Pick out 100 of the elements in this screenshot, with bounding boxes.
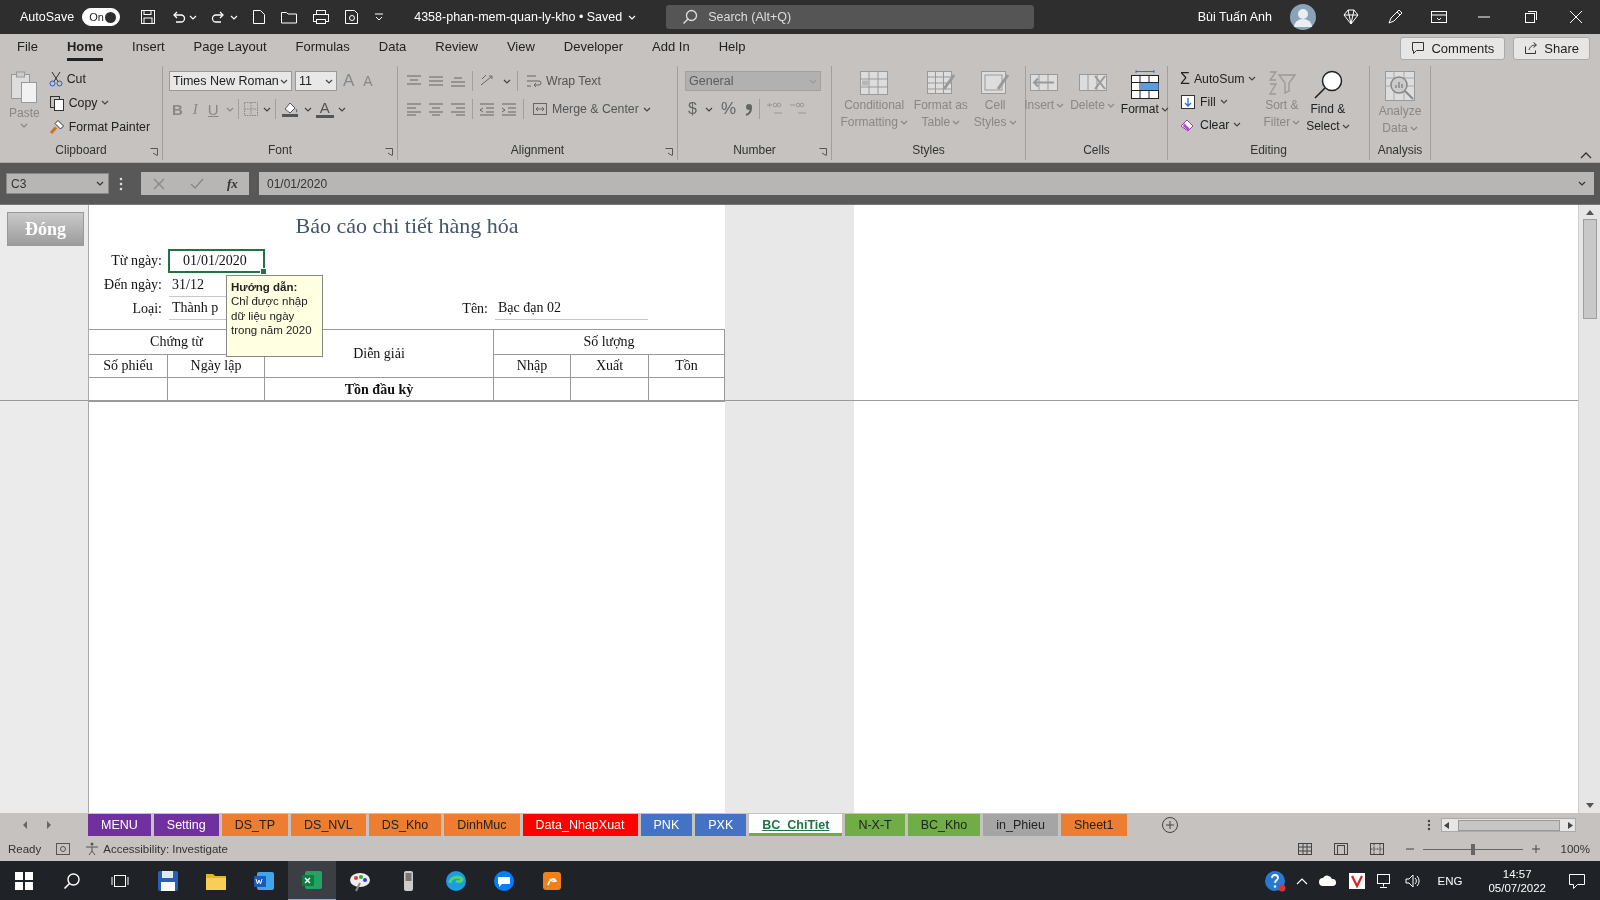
sheet-tab[interactable]: N-X-T [845, 814, 905, 836]
diamond-icon[interactable] [1342, 8, 1360, 26]
ribbon-display-icon[interactable] [1430, 9, 1448, 25]
autosave-toggle[interactable]: On [82, 8, 121, 26]
cell-mode-icon[interactable] [55, 842, 72, 856]
speaker-icon[interactable] [1403, 873, 1422, 889]
sheet-tab[interactable]: Sheet1 [1060, 814, 1127, 836]
formula-field[interactable]: 01/01/2020 [259, 172, 1594, 195]
dialog-launcher-icon[interactable] [819, 148, 827, 156]
zoom-level[interactable]: 100% [1560, 843, 1590, 855]
name-box[interactable]: C3 [6, 173, 109, 194]
pen-icon[interactable] [1386, 8, 1404, 26]
font-color-button[interactable]: A [315, 100, 334, 118]
format-button[interactable]: Format [1119, 68, 1170, 143]
task-view-icon[interactable] [111, 872, 129, 890]
font-family-dropdown[interactable]: Times New Roman [169, 71, 292, 91]
sheet-tab[interactable]: DS_NVL [291, 814, 366, 836]
format-painter-button[interactable]: Format Painter [46, 116, 152, 137]
comments-button[interactable]: Comments [1400, 36, 1506, 60]
print-preview-icon[interactable] [344, 9, 361, 25]
save-icon[interactable] [140, 9, 157, 25]
sheet-tab[interactable]: PXK [695, 814, 747, 836]
sheet-tab[interactable]: in_Phieu [983, 814, 1058, 836]
sheet-tab[interactable]: DS_TP [221, 814, 289, 836]
previous-sheet-icon[interactable] [22, 821, 28, 829]
search-icon [682, 9, 699, 25]
help-icon[interactable] [1263, 870, 1286, 892]
ribbon-tab[interactable]: Insert [132, 35, 165, 61]
selected-cell[interactable]: 01/01/2020 [168, 249, 265, 273]
sheet-tab[interactable]: DinhMuc [444, 814, 520, 836]
fill-button[interactable]: Fill [1178, 91, 1259, 112]
sheet-tab[interactable]: BC_Kho [907, 814, 981, 836]
ribbon-tab[interactable]: Add In [652, 35, 690, 61]
dialog-launcher-icon[interactable] [150, 148, 158, 156]
merge-center-button[interactable]: Merge & Center [530, 98, 653, 120]
sheet-tab[interactable]: DS_Kho [368, 814, 442, 836]
ribbon-tab[interactable]: Review [435, 35, 478, 61]
ribbon-tab[interactable]: File [17, 35, 38, 61]
search-field[interactable]: Search (Alt+Q) [666, 5, 1035, 29]
caret-icon[interactable] [1578, 181, 1586, 186]
sheet-tab[interactable]: PNK [640, 814, 693, 836]
search-icon[interactable] [63, 872, 81, 890]
scroll-up-icon[interactable] [1584, 208, 1595, 216]
normal-view-icon[interactable] [1296, 842, 1313, 856]
sheet-tab[interactable]: MENU [88, 814, 151, 836]
file-name[interactable]: 4358-phan-mem-quan-ly-kho • Saved [414, 10, 623, 24]
scroll-right-icon[interactable] [1568, 821, 1573, 829]
clear-button[interactable]: Clear [1178, 114, 1259, 135]
insert-function-button[interactable]: fx [226, 175, 238, 192]
share-button[interactable]: Share [1513, 36, 1590, 60]
cloud-icon[interactable] [1317, 874, 1338, 888]
folder-icon[interactable] [280, 9, 299, 25]
ribbon-tab[interactable]: Page Layout [193, 35, 267, 61]
wrap-text-button[interactable]: Wrap Text [524, 70, 603, 92]
autosum-button[interactable]: Σ AutoSum [1178, 68, 1259, 89]
ribbon-tab[interactable]: Data [378, 35, 407, 61]
comma-style-icon[interactable] [744, 102, 755, 116]
show-hidden-icons-icon[interactable] [1295, 877, 1308, 885]
clock-date[interactable]: 05/07/2022 [1488, 882, 1546, 894]
field-value[interactable]: Bạc đạn 02 [495, 297, 648, 320]
ribbon-tab[interactable]: Developer [563, 35, 624, 61]
collapse-ribbon-icon[interactable] [1580, 151, 1592, 159]
ribbon-tab[interactable]: Formulas [295, 35, 350, 61]
caret-icon[interactable] [96, 181, 104, 186]
page-layout-icon[interactable] [1332, 842, 1349, 856]
sheet-tab[interactable]: Setting [153, 814, 219, 836]
dialog-launcher-icon[interactable] [665, 148, 673, 156]
slider-thumb[interactable] [1470, 843, 1475, 855]
caret-icon[interactable] [280, 78, 288, 84]
windows-start-icon[interactable] [15, 872, 33, 890]
printer-icon[interactable] [312, 9, 331, 25]
fill-color-icon[interactable] [279, 100, 300, 118]
add-sheet-icon[interactable] [1160, 816, 1179, 834]
find-select-button[interactable]: Find & Select [1305, 68, 1351, 143]
dialog-launcher-icon[interactable] [385, 148, 393, 156]
customize-caret-icon[interactable] [374, 12, 385, 22]
horizontal-scrollbar[interactable] [1441, 818, 1576, 832]
clock-time[interactable]: 14:57 [1502, 868, 1532, 880]
next-sheet-icon[interactable] [46, 821, 52, 829]
cut-button[interactable]: Cut [46, 68, 152, 89]
scroll-down-icon[interactable] [1584, 802, 1595, 810]
zoom-in-icon[interactable] [1530, 844, 1541, 854]
new-document-icon[interactable] [252, 9, 267, 25]
sheet-tab[interactable]: Data_NhapXuat [522, 814, 638, 836]
scroll-left-icon[interactable] [1444, 821, 1449, 829]
page-break-icon[interactable] [1368, 842, 1385, 856]
scrollbar-thumb[interactable] [1582, 219, 1597, 319]
avatar-icon[interactable] [1290, 4, 1316, 30]
sheet-tab[interactable]: BC_ChiTiet [749, 814, 843, 836]
copy-button[interactable]: Copy [46, 92, 152, 113]
font-size-dropdown[interactable]: 11 [295, 71, 337, 91]
checkmark-app-icon[interactable] [1347, 872, 1366, 890]
more-options-icon[interactable] [119, 176, 123, 191]
caret-icon[interactable] [325, 78, 333, 84]
ribbon-tab[interactable]: Help [718, 35, 746, 61]
more-icon[interactable] [1427, 819, 1431, 831]
accessibility-button[interactable]: Accessibility: Investigate [85, 842, 228, 856]
notifications-icon[interactable] [1568, 872, 1586, 890]
language-indicator[interactable]: ENG [1437, 875, 1463, 887]
ribbon-tab[interactable]: View [506, 35, 535, 61]
